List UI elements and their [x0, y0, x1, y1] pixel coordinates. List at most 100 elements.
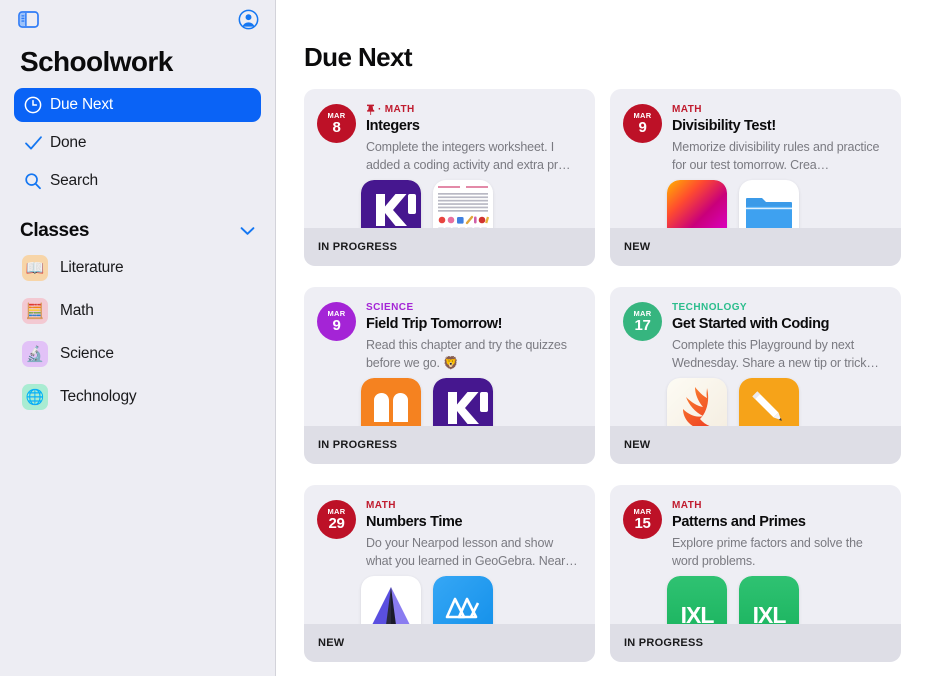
assignment-card[interactable]: MAR 9 MATH Divisibility Test! Memorize d…: [610, 89, 901, 266]
chevron-down-icon[interactable]: [240, 226, 255, 236]
sidebar-item-literature[interactable]: 📖 Literature: [14, 250, 261, 286]
ixl-app-icon[interactable]: IXL: [667, 576, 727, 624]
assignment-attachments: [361, 576, 493, 624]
due-date-day: 9: [332, 317, 341, 335]
sidebar-item-label: Search: [50, 172, 98, 189]
assignment-card-header: MAR 17 TECHNOLOGY Get Started with Codin…: [623, 301, 887, 372]
main-content: Due Next MAR 8 · MATH Integers Complete …: [276, 0, 928, 676]
status-badge: NEW: [318, 637, 345, 649]
status-badge: NEW: [624, 241, 651, 253]
due-date-badge: MAR 29: [317, 500, 356, 539]
assignment-card-text: MATH Numbers Time Do your Nearpod lesson…: [366, 499, 581, 570]
assignment-card-body: MAR 15 MATH Patterns and Primes Explore …: [610, 485, 901, 624]
class-name-text: MATH: [672, 104, 702, 115]
assignment-description: Read this chapter and try the quizzes be…: [366, 337, 567, 370]
swift-playgrounds-app-icon[interactable]: [667, 378, 727, 426]
geogebra-app-icon[interactable]: [433, 576, 493, 624]
sidebar-toggle-icon[interactable]: [18, 10, 39, 28]
assignment-attachments: [667, 378, 799, 426]
assignment-card-body: MAR 9 MATH Divisibility Test! Memorize d…: [610, 89, 901, 228]
due-date-badge: MAR 8: [317, 104, 356, 143]
assignment-class-label: SCIENCE: [366, 301, 581, 314]
assignment-description: Complete the integers worksheet. I added…: [366, 139, 571, 172]
classes-list: 📖 Literature 🧮 Math 🔬 Science 🌐 Technolo…: [0, 246, 275, 415]
class-label: Literature: [60, 259, 124, 276]
assignment-card[interactable]: MAR 8 · MATH Integers Complete the integ…: [304, 89, 595, 266]
class-name-text: MATH: [672, 500, 702, 511]
pin-icon: [367, 104, 375, 115]
assignment-card-footer: NEW: [610, 228, 901, 266]
assignment-title: Divisibility Test!: [672, 118, 776, 134]
keynote-presentation-thumbnail[interactable]: DIVIDE TEST: [667, 180, 727, 228]
assignment-title: Field Trip Tomorrow!: [366, 316, 503, 332]
pin-separator: ·: [378, 104, 382, 115]
ixl-app-icon[interactable]: IXL: [739, 576, 799, 624]
assignment-class-label: MATH: [366, 499, 581, 512]
due-date-badge: MAR 17: [623, 302, 662, 341]
assignment-attachments: [361, 378, 493, 426]
assignment-card-footer: IN PROGRESS: [304, 228, 595, 266]
due-date-month: MAR: [633, 308, 652, 318]
assignment-card-footer: IN PROGRESS: [610, 624, 901, 662]
sidebar-item-technology[interactable]: 🌐 Technology: [14, 379, 261, 415]
due-date-month: MAR: [633, 506, 652, 516]
checkmark-icon: [24, 134, 50, 152]
notes-pencil-app-icon[interactable]: [739, 378, 799, 426]
class-name-text: MATH: [366, 500, 396, 511]
classes-section-title: Classes: [20, 220, 90, 241]
assignment-card[interactable]: MAR 15 MATH Patterns and Primes Explore …: [610, 485, 901, 662]
due-date-badge: MAR 9: [317, 302, 356, 341]
assignment-attachments: IXL IXL: [667, 576, 799, 624]
status-badge: NEW: [624, 439, 651, 451]
status-badge: IN PROGRESS: [624, 637, 704, 649]
main-heading: Due Next: [304, 42, 413, 72]
class-label: Science: [60, 345, 114, 362]
assignment-card-header: MAR 9 MATH Divisibility Test! Memorize d…: [623, 103, 887, 174]
sidebar-item-search[interactable]: Search: [14, 164, 261, 198]
account-circle-icon[interactable]: [238, 9, 259, 30]
assignment-class-label: TECHNOLOGY: [672, 301, 887, 314]
sidebar-item-done[interactable]: Done: [14, 126, 261, 160]
due-date-month: MAR: [327, 506, 346, 516]
sidebar-item-math[interactable]: 🧮 Math: [14, 293, 261, 329]
svg-text:IXL: IXL: [753, 602, 787, 624]
due-date-day: 9: [638, 119, 647, 137]
status-badge: IN PROGRESS: [318, 241, 398, 253]
class-label: Math: [60, 302, 94, 319]
sidebar-item-science[interactable]: 🔬 Science: [14, 336, 261, 372]
assignment-card-text: SCIENCE Field Trip Tomorrow! Read this c…: [366, 301, 581, 372]
globe-icon: 🌐: [22, 384, 48, 410]
files-folder-icon[interactable]: [739, 180, 799, 228]
kahoot-app-icon[interactable]: [433, 378, 493, 426]
assignment-card-body: MAR 29 MATH Numbers Time Do your Nearpod…: [304, 485, 595, 624]
due-date-month: MAR: [327, 308, 346, 318]
assignment-card-text: TECHNOLOGY Get Started with Coding Compl…: [672, 301, 887, 372]
assignment-card-footer: NEW: [304, 624, 595, 662]
sidebar-item-due-next[interactable]: Due Next: [14, 88, 261, 122]
class-name-text: TECHNOLOGY: [672, 302, 748, 313]
sidebar: Schoolwork Due Next Done Search Classes …: [0, 0, 276, 676]
worksheet-document-thumbnail[interactable]: [433, 180, 493, 228]
svg-text:DIVIDE TEST: DIVIDE TEST: [671, 226, 724, 228]
assignment-title: Get Started with Coding: [672, 316, 830, 332]
assignment-description: Complete this Playground by next Wednesd…: [672, 337, 879, 370]
assignment-card-header: MAR 15 MATH Patterns and Primes Explore …: [623, 499, 887, 570]
sidebar-item-label: Due Next: [50, 96, 114, 113]
assignment-card-header: MAR 8 · MATH Integers Complete the integ…: [317, 103, 581, 174]
assignment-card-body: MAR 17 TECHNOLOGY Get Started with Codin…: [610, 287, 901, 426]
assignment-description: Do your Nearpod lesson and show what you…: [366, 535, 578, 568]
assignment-class-label: MATH: [672, 499, 887, 512]
assignment-card-text: MATH Divisibility Test! Memorize divisib…: [672, 103, 887, 174]
assignment-title: Numbers Time: [366, 514, 463, 530]
due-date-day: 15: [634, 515, 651, 533]
assignment-title: Integers: [366, 118, 420, 134]
books-app-icon[interactable]: [361, 378, 421, 426]
assignment-card[interactable]: MAR 9 SCIENCE Field Trip Tomorrow! Read …: [304, 287, 595, 464]
clock-icon: [24, 96, 50, 114]
assignment-card[interactable]: MAR 29 MATH Numbers Time Do your Nearpod…: [304, 485, 595, 662]
status-badge: IN PROGRESS: [318, 439, 398, 451]
nearpod-app-icon[interactable]: [361, 576, 421, 624]
kahoot-app-icon[interactable]: [361, 180, 421, 228]
due-date-month: MAR: [633, 110, 652, 120]
assignment-card[interactable]: MAR 17 TECHNOLOGY Get Started with Codin…: [610, 287, 901, 464]
